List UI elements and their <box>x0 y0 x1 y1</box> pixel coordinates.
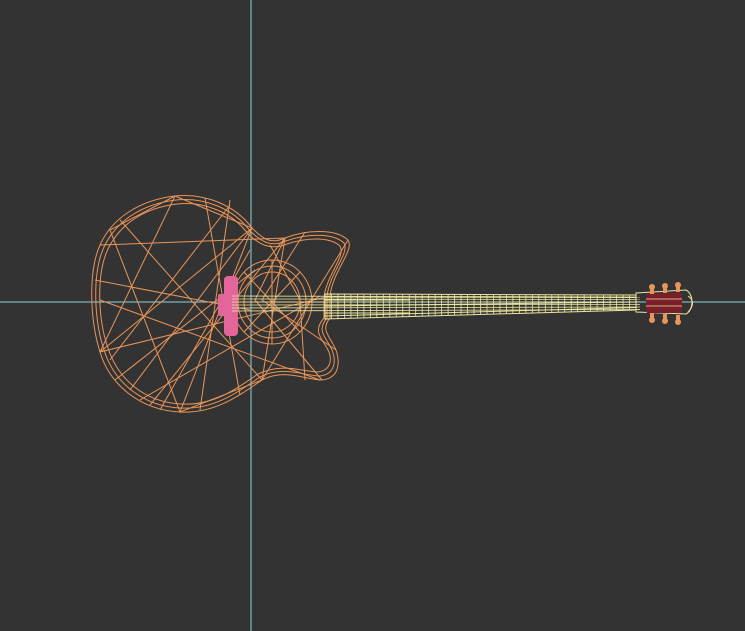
guitar-model[interactable] <box>91 195 693 413</box>
guitar-bridge <box>218 276 238 336</box>
3d-viewport[interactable] <box>0 0 745 631</box>
viewport-scene[interactable] <box>0 0 745 631</box>
